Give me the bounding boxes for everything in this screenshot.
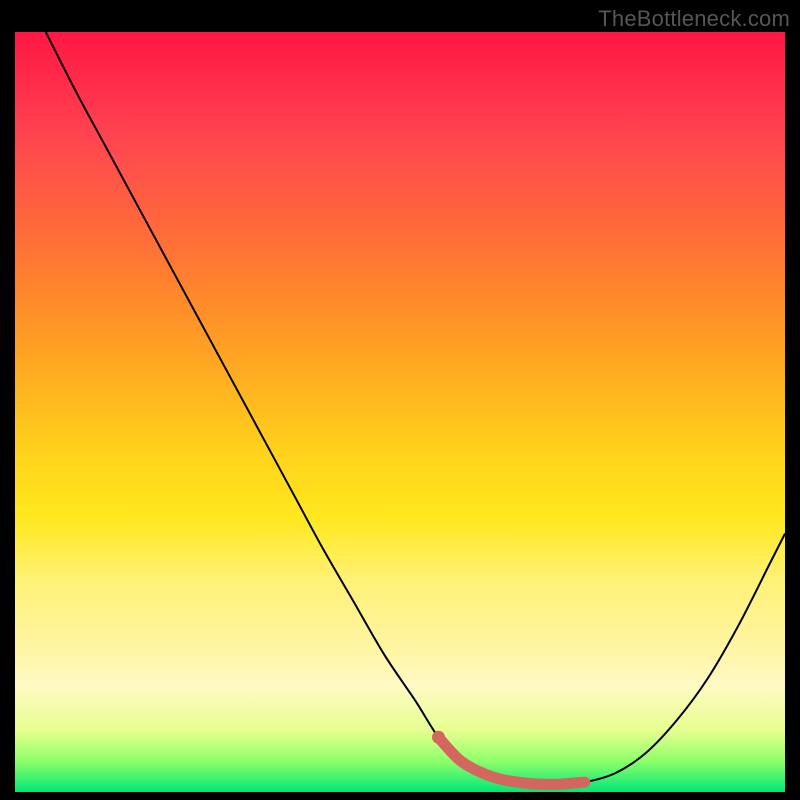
chart-plot-area — [15, 32, 785, 792]
watermark-text: TheBottleneck.com — [598, 6, 790, 32]
main-curve — [46, 32, 785, 784]
optimal-highlight — [439, 737, 585, 784]
chart-svg — [15, 32, 785, 792]
optimal-dot — [432, 731, 445, 744]
